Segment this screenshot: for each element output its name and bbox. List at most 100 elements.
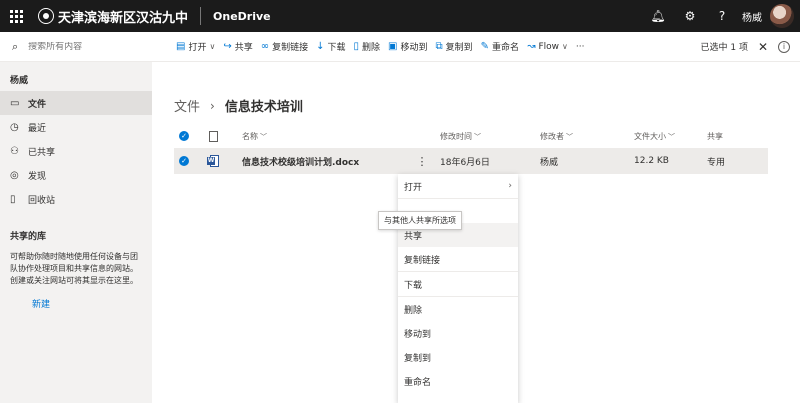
discover-icon: ◎ <box>10 169 19 181</box>
search-icon: ⌕ <box>12 39 19 53</box>
more-label: ··· <box>575 41 585 52</box>
share-button[interactable]: ↪ 共享 <box>219 32 256 62</box>
app-name[interactable]: OneDrive <box>213 10 271 23</box>
menu-item-copy-to[interactable]: 复制到 <box>398 345 518 369</box>
column-header-row: ✓ 名称 ﹀ 修改时间 ﹀ 修改者 ﹀ 文件大小 ﹀ 共享 <box>174 126 768 146</box>
sidebar-item-label: 最近 <box>28 123 47 134</box>
row-checkbox[interactable]: ✓ <box>179 156 189 166</box>
search-box[interactable]: ⌕ <box>0 32 152 62</box>
gear-icon[interactable]: ⚙ <box>674 9 706 23</box>
link-icon: ∞ <box>260 41 270 52</box>
share-icon: ↪ <box>223 41 232 52</box>
column-header-modified[interactable]: 修改时间 ﹀ <box>440 131 540 142</box>
copy-icon: ⧉ <box>435 41 443 52</box>
close-icon[interactable]: ✕ <box>754 40 772 54</box>
search-input[interactable] <box>28 41 139 52</box>
clock-icon: ◷ <box>10 121 19 133</box>
trash-icon: ▯ <box>353 41 360 52</box>
word-small-icon: ▤ <box>176 41 186 52</box>
more-actions-icon[interactable]: ⋮ <box>415 155 429 168</box>
org-logo-icon[interactable] <box>38 8 54 24</box>
chevron-down-icon: ∨ <box>562 42 568 51</box>
pencil-icon: ✎ <box>480 41 490 52</box>
suite-header: 天津滨海新区汉沽九中 OneDrive 🔔︎ ⚙ ? 杨威 <box>0 0 800 32</box>
context-menu: 打开 › 共享 复制链接 下载 删除 移动到 复制到 重命名 <box>398 174 518 403</box>
move-to-label: 移动到 <box>400 43 428 53</box>
open-button[interactable]: ▤ 打开 ∨ <box>172 32 219 62</box>
column-header-sharing[interactable]: 共享 <box>707 131 757 142</box>
move-icon: ▣ <box>388 41 398 52</box>
sidebar-item-label: 已共享 <box>28 147 56 158</box>
menu-item-rename[interactable]: 重命名 <box>398 369 518 393</box>
download-button[interactable]: ↓ 下载 <box>312 32 349 62</box>
sidebar-item-recent[interactable]: ◷ 最近 <box>0 115 152 139</box>
menu-item-move-to[interactable]: 移动到 <box>398 321 518 345</box>
more-commands-button[interactable]: ··· <box>572 32 589 62</box>
new-site-link[interactable]: 新建 <box>0 287 152 310</box>
flow-button[interactable]: ↝ Flow ∨ <box>523 32 572 62</box>
selected-count: 已选中 1 项 <box>700 43 748 53</box>
share-label: 共享 <box>234 43 253 53</box>
chevron-down-icon: ∨ <box>209 42 216 51</box>
sidebar-item-label: 发现 <box>28 171 47 182</box>
chevron-right-icon: › <box>508 181 512 191</box>
file-modified-by: 杨威 <box>540 157 559 168</box>
folder-icon: ▭ <box>10 97 20 109</box>
file-name[interactable]: 信息技术校级培训计划.docx <box>242 155 415 168</box>
nav-user-name: 杨威 <box>10 76 29 86</box>
rename-button[interactable]: ✎ 重命名 <box>477 32 523 62</box>
file-size: 12.2 KB <box>634 156 669 166</box>
copy-link-label: 复制链接 <box>272 43 309 53</box>
select-all-checkbox[interactable]: ✓ <box>179 131 189 141</box>
left-nav: 杨威 ▭ 文件 ◷ 最近 ⚇ 已共享 ◎ 发现 ▯ 回收站 共享的库 可帮助你随… <box>0 62 152 403</box>
open-label: 打开 <box>188 43 207 53</box>
org-name[interactable]: 天津滨海新区汉沽九中 <box>58 7 188 26</box>
menu-item-delete[interactable]: 删除 <box>398 297 518 321</box>
sidebar-item-label: 文件 <box>28 99 47 110</box>
sidebar-item-discover[interactable]: ◎ 发现 <box>0 163 152 187</box>
delete-button[interactable]: ▯ 删除 <box>350 32 385 62</box>
document-icon <box>208 130 218 142</box>
menu-item-copy-link[interactable]: 复制链接 <box>398 247 518 271</box>
download-label: 下载 <box>327 43 346 53</box>
header-divider <box>200 7 202 25</box>
file-type-cell: W <box>203 155 223 167</box>
sidebar-item-shared[interactable]: ⚇ 已共享 <box>0 139 152 163</box>
move-to-button[interactable]: ▣ 移动到 <box>384 32 431 62</box>
copy-to-label: 复制到 <box>445 43 473 53</box>
flow-label: Flow <box>538 41 559 52</box>
menu-item-download[interactable]: 下载 <box>398 272 518 296</box>
word-document-icon: W <box>207 155 219 167</box>
copy-to-button[interactable]: ⧉ 复制到 <box>432 32 477 62</box>
table-row[interactable]: ✓ W 信息技术校级培训计划.docx ⋮ 18年6月6日 杨威 12.2 KB… <box>174 148 768 174</box>
download-icon: ↓ <box>316 41 325 52</box>
share-tooltip: 与其他人共享所选项 <box>378 211 462 230</box>
recycle-bin-icon: ▯ <box>10 193 16 205</box>
flow-icon: ↝ <box>527 41 536 52</box>
column-header-modified-by[interactable]: 修改者 ﹀ <box>540 131 634 142</box>
sidebar-item-recycle-bin[interactable]: ▯ 回收站 <box>0 187 152 211</box>
command-bar: ⌕ ▤ 打开 ∨ ↪ 共享 ∞ 复制链接 ↓ 下载 ▯ 删除 ▣ 移动到 ⧉ 复… <box>0 32 800 62</box>
copy-link-button[interactable]: ∞ 复制链接 <box>257 32 312 62</box>
column-header-name[interactable]: 名称 ﹀ <box>242 131 415 142</box>
sidebar-item-label: 回收站 <box>28 195 56 206</box>
help-icon[interactable]: ? <box>706 9 738 23</box>
bell-icon[interactable]: 🔔︎ <box>642 9 674 23</box>
rename-label: 重命名 <box>492 43 520 53</box>
breadcrumb-separator: › <box>210 98 215 113</box>
user-name[interactable]: 杨威 <box>742 9 762 24</box>
file-modified: 18年6月6日 <box>440 157 490 168</box>
waffle-icon[interactable] <box>0 0 32 32</box>
people-icon: ⚇ <box>10 145 19 157</box>
avatar[interactable] <box>770 4 794 28</box>
delete-label: 删除 <box>362 43 381 53</box>
file-sharing: 专用 <box>707 157 726 168</box>
breadcrumb-files[interactable]: 文件 <box>174 96 200 115</box>
file-type-header[interactable] <box>203 130 223 142</box>
shared-libraries-description: 可帮助你随时随地使用任何设备与团队协作处理项目和共享信息的网站。创建或关注网站可… <box>10 252 138 285</box>
breadcrumb-current: 信息技术培训 <box>224 100 303 115</box>
sidebar-item-files[interactable]: ▭ 文件 <box>0 91 152 115</box>
menu-item-open[interactable]: 打开 › <box>398 174 518 198</box>
column-header-size[interactable]: 文件大小 ﹀ <box>634 131 707 142</box>
info-icon[interactable]: i <box>778 40 790 53</box>
